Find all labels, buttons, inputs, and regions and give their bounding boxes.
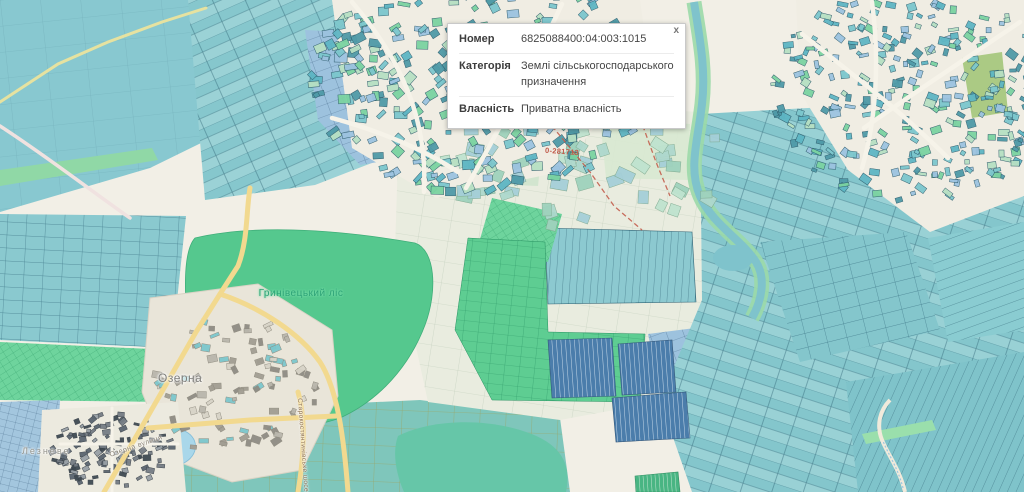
popup-row-number: Номер 6825088400:04:003:1015 [459,27,674,53]
parcel-ownership-value: Приватна власність [521,102,674,118]
popup-field-label: Категорія [459,59,521,91]
popup-field-label: Номер [459,32,521,48]
parcel-category-value: Землі сільськогосподарського призначення [521,59,674,91]
parcel-number-value: 6825088400:04:003:1015 [521,32,674,48]
popup-row-ownership: Власність Приватна власність [459,96,674,123]
pond [713,245,753,271]
parcel-info-popup: x Номер 6825088400:04:003:1015 Категорія… [447,23,686,129]
popup-field-label: Власність [459,102,521,118]
popup-row-category: Категорія Землі сільськогосподарського п… [459,53,674,96]
popup-close-icon[interactable]: x [673,25,679,37]
